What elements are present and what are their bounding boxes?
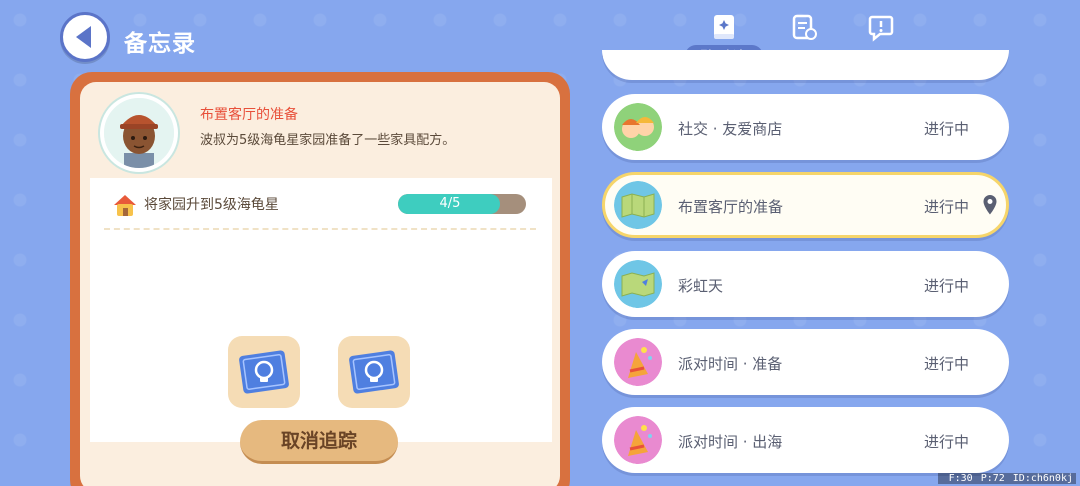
map-icon [614, 260, 662, 308]
npc-avatar [100, 94, 178, 172]
debug-stats: F:30 P:72 ID:ch6n0kj [937, 473, 1076, 484]
quest-name: 社交 · 友爱商店 [678, 120, 783, 138]
quest-list-item[interactable]: 派对时间 · 准备 进行中 [602, 329, 1009, 395]
quest-list-item[interactable]: 社交 · 友爱商店 进行中 [602, 94, 1009, 160]
clipboard-icon[interactable] [789, 12, 819, 42]
quest-status: 进行中 [924, 355, 970, 373]
blueprint-icon [349, 350, 399, 394]
ping-stat: P:72 [980, 473, 1005, 484]
quest-name: 派对时间 · 出海 [678, 433, 783, 451]
quest-name: 派对时间 · 准备 [678, 355, 783, 373]
progress-text: 4/5 [439, 196, 461, 211]
cancel-tracking-button[interactable]: 取消追踪 [240, 420, 398, 464]
task-progress-bar: 4/5 [398, 194, 526, 214]
reward-item[interactable] [228, 336, 300, 408]
quest-name: 布置客厅的准备 [678, 198, 784, 216]
id-stat: ID:ch6n0kj [1012, 473, 1073, 484]
list-item-partial[interactable] [602, 50, 1009, 80]
house-icon [114, 195, 136, 216]
quest-status: 进行中 [924, 120, 970, 138]
back-arrow-icon [75, 26, 91, 48]
blueprint-icon [239, 350, 289, 394]
friends-icon [614, 103, 662, 151]
quest-title: 布置客厅的准备 [200, 107, 298, 123]
quest-description: 波叔为5级海龟星家园准备了一些家具配方。 [200, 133, 456, 148]
quest-status: 进行中 [924, 433, 970, 451]
task-area: 将家园升到5级海龟星 4/5 [90, 178, 552, 442]
divider [104, 228, 536, 230]
quest-name: 彩虹天 [678, 277, 724, 295]
quest-status: 进行中 [924, 198, 970, 216]
quest-status: 进行中 [924, 277, 970, 295]
task-text: 将家园升到5级海龟星 [144, 197, 279, 213]
feedback-icon[interactable] [866, 12, 896, 42]
page-title: 备忘录 [124, 31, 196, 57]
reward-item[interactable] [338, 336, 410, 408]
quest-list-item-active[interactable]: 布置客厅的准备 进行中 [602, 172, 1009, 238]
guide-book-icon[interactable] [709, 12, 739, 42]
back-button[interactable] [60, 12, 110, 62]
party-icon [614, 416, 662, 464]
location-pin-icon [983, 195, 997, 215]
fps-stat: F:30 [948, 473, 973, 484]
party-icon [614, 338, 662, 386]
quest-list-item[interactable]: 彩虹天 进行中 [602, 251, 1009, 317]
quest-list-item[interactable]: 派对时间 · 出海 进行中 [602, 407, 1009, 473]
quest-detail-panel: 布置客厅的准备 波叔为5级海龟星家园准备了一些家具配方。 将家园升到5级海龟星 … [80, 82, 560, 486]
map-icon [614, 181, 662, 229]
